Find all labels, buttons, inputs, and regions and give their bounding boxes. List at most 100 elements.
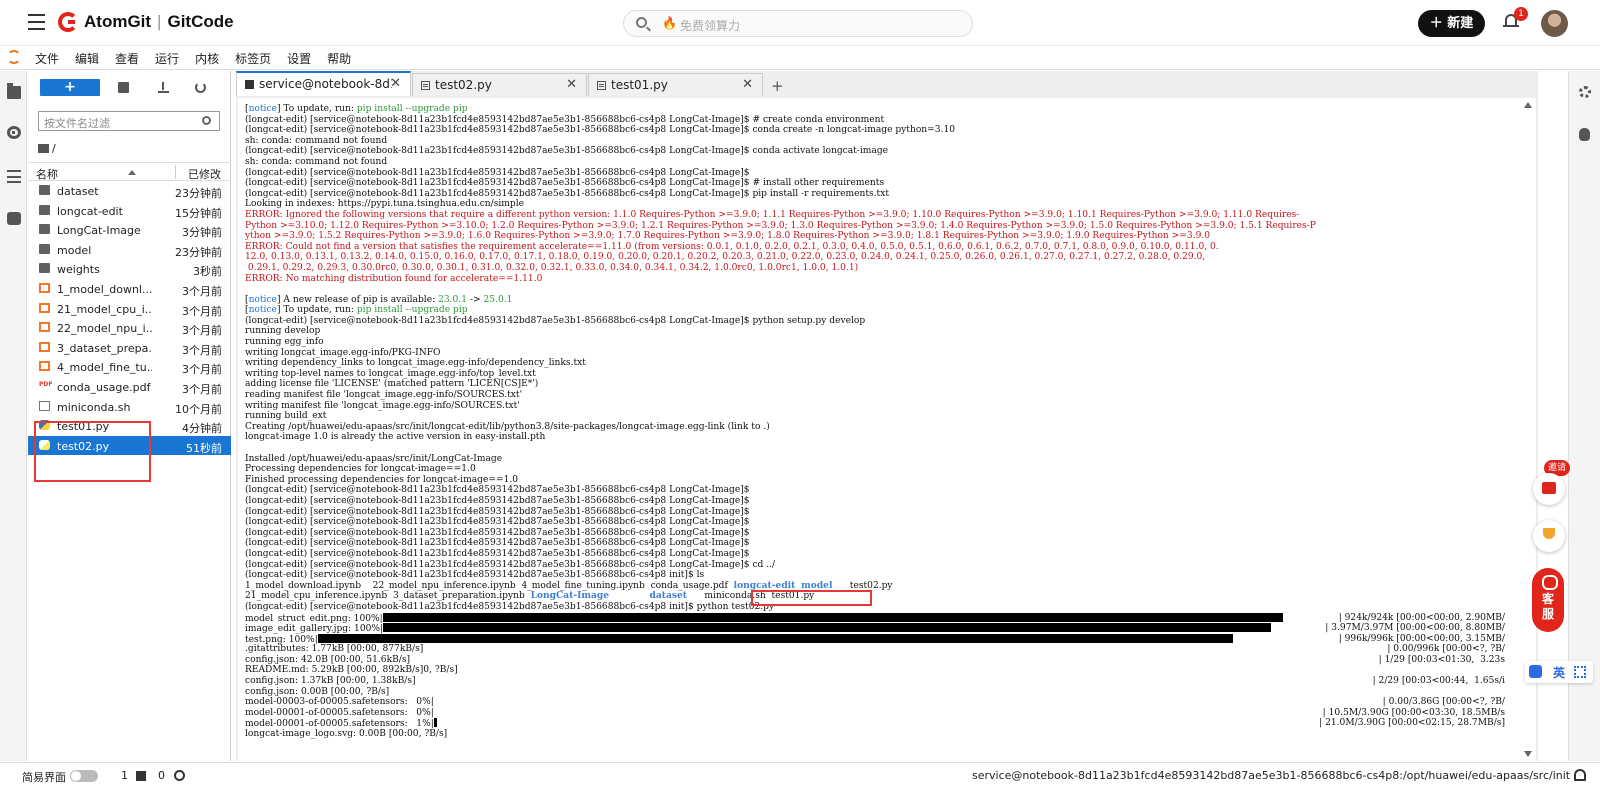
terminal-text: writing manifest file 'longcat_image.egg…	[245, 400, 520, 411]
menu-item-0[interactable]: 文件	[35, 50, 59, 67]
menu-item-5[interactable]: 标签页	[235, 50, 271, 67]
terminal-text: Installed /opt/huawei/edu-apaas/src/init…	[245, 453, 503, 464]
file-name: 22_model_npu_i...	[57, 322, 152, 336]
notebook-icon	[39, 361, 50, 372]
file-row[interactable]: miniconda.sh 10个月前	[28, 397, 231, 417]
terminal-command: conda create -n longcat-image python=3.1…	[749, 125, 956, 136]
close-tab-icon[interactable]: ✕	[390, 76, 401, 91]
menu-item-4[interactable]: 内核	[195, 50, 219, 67]
property-inspector-gear-icon[interactable]	[1579, 86, 1591, 98]
terminal-scrollbar[interactable]	[1524, 102, 1533, 757]
tab-0[interactable]: service@notebook-8d11a2✕	[236, 71, 411, 96]
add-tab-icon[interactable]: +	[771, 77, 784, 95]
terminal-prompt: (longcat-edit) [service@notebook-8d11a23…	[245, 178, 750, 189]
refresh-icon[interactable]	[195, 82, 206, 93]
terminal-text: Finished processing dependencies for lon…	[245, 474, 519, 485]
file-row[interactable]: 22_model_npu_i... 3个月前	[28, 318, 231, 338]
running-kernels-icon[interactable]	[7, 126, 21, 139]
user-avatar[interactable]	[1541, 10, 1568, 37]
ls-entry: 3_dataset_preparation.ipynb	[393, 591, 525, 602]
gitcode-logo-icon[interactable]	[58, 12, 78, 32]
file-name: LongCat-Image	[57, 224, 141, 238]
file-row[interactable]: model 23分钟前	[28, 240, 231, 260]
gift-button[interactable]	[1533, 473, 1565, 505]
table-of-contents-icon[interactable]	[7, 170, 21, 183]
terminal-line: adding license file 'LICENSE' (matched p…	[245, 379, 1515, 390]
terminal-text: sh: conda: command not found	[245, 156, 388, 167]
tab-2[interactable]: test01.py ✕	[588, 73, 763, 96]
new-launcher-button[interactable]: +	[40, 79, 100, 96]
breadcrumb[interactable]: /	[38, 142, 56, 155]
column-name-header[interactable]: 名称	[36, 166, 58, 182]
file-row[interactable]: longcat-edit 15分钟前	[28, 201, 231, 221]
terminal-error: Python >=3.10.0; 1.12.0 Requires-Python …	[245, 220, 1316, 231]
tab-bar: + service@notebook-8d11a2✕test02.py✕test…	[236, 71, 1538, 96]
new-button[interactable]: ＋ 新建	[1418, 10, 1485, 37]
customer-service-button[interactable]: 客服	[1532, 568, 1564, 632]
ime-grid-icon[interactable]	[1574, 666, 1586, 678]
folder-icon	[39, 185, 50, 195]
brand-logo[interactable]: AtomGit | GitCode	[84, 12, 234, 32]
tab-1[interactable]: test02.py ✕	[412, 73, 587, 96]
kernel-count: 0	[158, 769, 165, 782]
file-name: 1_model_downl...	[57, 282, 152, 296]
terminal-line: ERROR: Ignored the following versions th…	[245, 210, 1515, 221]
status-notification-icon[interactable]	[1574, 769, 1586, 781]
search-input[interactable]: 🔥 免费领算力	[623, 10, 973, 37]
terminal-line: sh: conda: command not found	[245, 136, 1515, 147]
debugger-bug-icon[interactable]	[1579, 128, 1590, 141]
menu-item-2[interactable]: 查看	[115, 50, 139, 67]
folder-icon	[39, 224, 50, 235]
terminal-line: (longcat-edit) [service@notebook-8d11a23…	[245, 507, 1515, 518]
file-row[interactable]: dataset 23分钟前	[28, 181, 231, 201]
file-filter-input[interactable]: 按文件名过滤	[38, 111, 220, 131]
file-row[interactable]: 1_model_downl... 3个月前	[28, 279, 231, 299]
ls-entry: dataset	[649, 591, 687, 602]
terminal-prompt: (longcat-edit) [service@notebook-8d11a23…	[245, 125, 750, 136]
file-row[interactable]: weights 3秒前	[28, 259, 231, 279]
input-method-toolbar[interactable]: 英	[1525, 661, 1593, 683]
customer-service-label: 客服	[1541, 592, 1554, 621]
file-row[interactable]: 4_model_fine_tu... 3个月前	[28, 357, 231, 377]
new-folder-icon[interactable]	[118, 82, 129, 93]
ls-gap	[361, 581, 373, 591]
terminal-text: running build_ext	[245, 411, 327, 422]
extension-manager-icon[interactable]	[7, 212, 21, 225]
menu-item-1[interactable]: 编辑	[75, 50, 99, 67]
pdf-file-icon: PDF	[39, 380, 53, 388]
terminal-line: (longcat-edit) [service@notebook-8d11a23…	[245, 115, 1515, 126]
terminal-prompt: (longcat-edit) [service@notebook-8d11a23…	[245, 114, 750, 125]
ime-language-label[interactable]: 英	[1553, 664, 1565, 681]
column-modified-header[interactable]: 已修改	[188, 166, 221, 182]
terminal-text: model-00001-of-00005.safetensors: 1%|	[245, 719, 434, 730]
file-browser-icon[interactable]	[7, 83, 21, 99]
hamburger-menu-icon[interactable]	[28, 14, 45, 30]
close-tab-icon[interactable]: ✕	[742, 77, 753, 92]
simple-mode-toggle[interactable]	[70, 770, 98, 782]
trophy-button[interactable]	[1533, 520, 1565, 552]
terminal-panel[interactable]: [notice] To update, run: pip install --u…	[238, 98, 1536, 761]
progress-bar-fill	[433, 718, 437, 728]
file-row[interactable]: PDF conda_usage.pdf 3个月前	[28, 377, 231, 397]
menu-item-7[interactable]: 帮助	[327, 50, 351, 67]
terminal-prompt: (longcat-edit) [service@notebook-8d11a23…	[245, 146, 750, 157]
sort-ascending-icon[interactable]	[128, 170, 136, 175]
progress-bar-fill	[317, 633, 1233, 643]
progress-label: model_struct_edit.png: 100%|	[245, 613, 383, 624]
file-name: conda_usage.pdf	[57, 380, 151, 394]
ls-gap	[893, 581, 899, 591]
terminal-line: (longcat-edit) [service@notebook-8d11a23…	[245, 538, 1515, 549]
menu-item-6[interactable]: 设置	[287, 50, 311, 67]
file-row[interactable]: 3_dataset_prepa... 3个月前	[28, 338, 231, 358]
file-row[interactable]: 21_model_cpu_i... 3个月前	[28, 299, 231, 319]
menu-item-3[interactable]: 运行	[155, 50, 179, 67]
file-row[interactable]: LongCat-Image 3分钟前	[28, 220, 231, 240]
terminal-count: 1	[121, 769, 128, 782]
folder-icon	[39, 243, 50, 254]
upload-icon[interactable]	[158, 82, 169, 93]
terminal-text: adding license file 'LICENSE' (matched p…	[245, 379, 539, 390]
progress-bar-fill	[382, 612, 1283, 622]
close-tab-icon[interactable]: ✕	[566, 77, 577, 92]
terminal-line: running egg_info	[245, 337, 1515, 348]
file-name: 3_dataset_prepa...	[57, 341, 152, 355]
